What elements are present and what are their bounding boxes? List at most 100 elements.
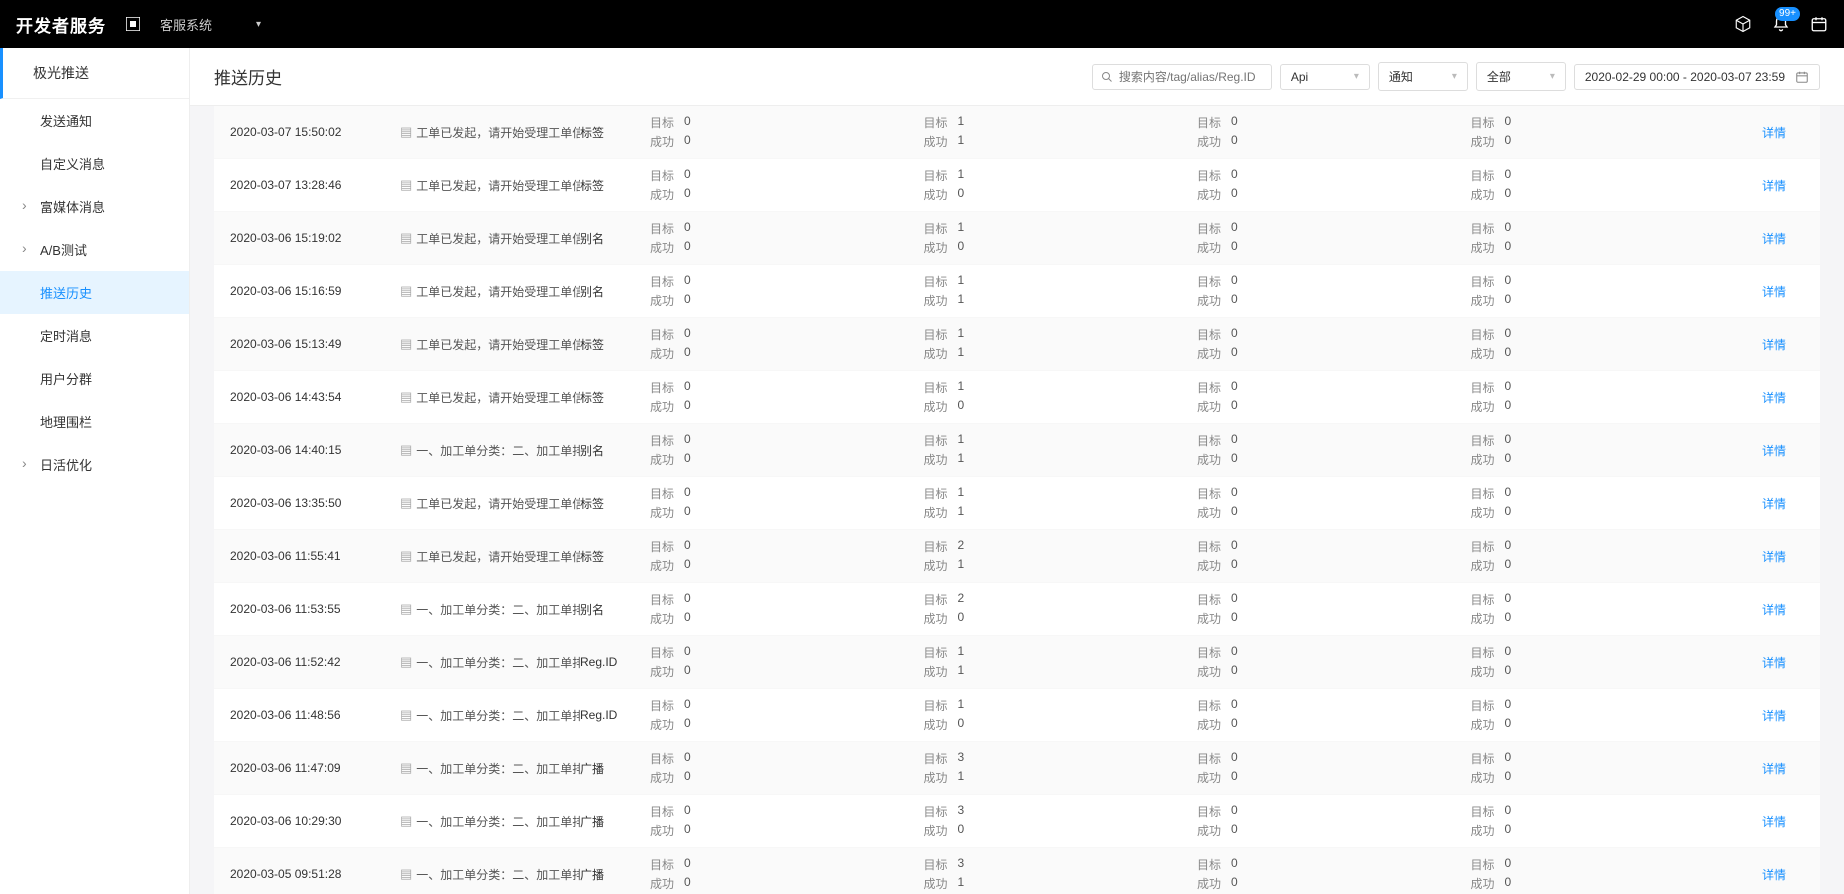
cell-stat-3: 目标0成功0	[1197, 644, 1471, 680]
cell-time: 2020-03-06 15:19:02	[230, 231, 400, 245]
topbar-left: 开发者服务 客服系统 ▾	[16, 12, 261, 37]
document-icon: ▤	[400, 601, 412, 617]
cell-stat-4: 目标0成功0	[1471, 220, 1745, 256]
filters: Api ▾ 通知 ▾ 全部 ▾ 2020-02-29 00:00 - 2020-…	[1092, 62, 1820, 91]
sidebar-item[interactable]: 发送通知	[0, 99, 189, 142]
cell-content: ▤工单已发起，请开始受理工单信...	[400, 495, 580, 512]
cell-content: ▤一、加工单分类：二、加工单排...	[400, 654, 580, 671]
filter-type[interactable]: 通知 ▾	[1378, 62, 1468, 91]
table-row: 2020-03-06 11:52:42▤一、加工单分类：二、加工单排...Reg…	[214, 636, 1820, 689]
table-row: 2020-03-07 15:50:02▤工单已发起，请开始受理工单信...标签目…	[214, 106, 1820, 159]
sidebar-item[interactable]: 自定义消息	[0, 142, 189, 185]
cell-stat-3: 目标0成功0	[1197, 538, 1471, 574]
cell-stat-1: 目标0成功0	[650, 856, 924, 892]
cell-type: 广播	[580, 813, 650, 830]
cell-stat-3: 目标0成功0	[1197, 379, 1471, 415]
cell-action: 详情	[1744, 548, 1804, 565]
cell-stat-2: 目标1成功0	[924, 220, 1198, 256]
sidebar-item[interactable]: A/B测试	[0, 228, 189, 271]
cell-stat-4: 目标0成功0	[1471, 644, 1745, 680]
detail-link[interactable]: 详情	[1762, 603, 1786, 617]
cell-stat-1: 目标0成功0	[650, 167, 924, 203]
brand-title: 开发者服务	[16, 12, 106, 37]
cell-type: 标签	[580, 177, 650, 194]
document-icon: ▤	[400, 866, 412, 882]
detail-link[interactable]: 详情	[1762, 391, 1786, 405]
sidebar-item[interactable]: 定时消息	[0, 314, 189, 357]
sidebar-item[interactable]: 地理围栏	[0, 400, 189, 443]
cell-stat-4: 目标0成功0	[1471, 803, 1745, 839]
table-row: 2020-03-06 11:53:55▤一、加工单分类：二、加工单排...别名目…	[214, 583, 1820, 636]
caret-down-icon: ▾	[256, 19, 261, 30]
sidebar-item[interactable]: 推送历史	[0, 271, 189, 314]
sidebar-item[interactable]: 富媒体消息	[0, 185, 189, 228]
document-icon: ▤	[400, 654, 412, 670]
cell-type: Reg.ID	[580, 708, 650, 722]
system-dropdown[interactable]: 客服系统 ▾	[160, 15, 261, 34]
cell-stat-4: 目标0成功0	[1471, 326, 1745, 362]
cell-type: 标签	[580, 548, 650, 565]
calendar-icon[interactable]	[1810, 15, 1828, 33]
cell-time: 2020-03-06 15:13:49	[230, 337, 400, 351]
cell-stat-2: 目标1成功1	[924, 273, 1198, 309]
cell-action: 详情	[1744, 707, 1804, 724]
cell-stat-4: 目标0成功0	[1471, 379, 1745, 415]
document-icon: ▤	[400, 389, 412, 405]
cell-time: 2020-03-06 11:53:55	[230, 602, 400, 616]
sidebar-header: 极光推送	[0, 48, 189, 99]
sidebar: 极光推送 发送通知自定义消息富媒体消息A/B测试推送历史定时消息用户分群地理围栏…	[0, 48, 190, 894]
detail-link[interactable]: 详情	[1762, 550, 1786, 564]
cell-action: 详情	[1744, 813, 1804, 830]
cell-time: 2020-03-06 10:29:30	[230, 814, 400, 828]
cell-stat-1: 目标0成功0	[650, 379, 924, 415]
filter-platform[interactable]: 全部 ▾	[1476, 62, 1566, 91]
detail-link[interactable]: 详情	[1762, 497, 1786, 511]
cell-type: 别名	[580, 442, 650, 459]
detail-link[interactable]: 详情	[1762, 126, 1786, 140]
detail-link[interactable]: 详情	[1762, 656, 1786, 670]
grid-icon[interactable]	[124, 15, 142, 33]
sidebar-item[interactable]: 用户分群	[0, 357, 189, 400]
cell-action: 详情	[1744, 654, 1804, 671]
cube-icon[interactable]	[1734, 15, 1752, 33]
table-row: 2020-03-06 15:13:49▤工单已发起，请开始受理工单信...标签目…	[214, 318, 1820, 371]
cell-content: ▤一、加工单分类：二、加工单排...	[400, 760, 580, 777]
cell-stat-1: 目标0成功0	[650, 114, 924, 150]
cell-stat-2: 目标2成功1	[924, 538, 1198, 574]
document-icon: ▤	[400, 707, 412, 723]
cell-action: 详情	[1744, 442, 1804, 459]
filter-api-label: Api	[1291, 70, 1308, 84]
detail-link[interactable]: 详情	[1762, 868, 1786, 882]
cell-action: 详情	[1744, 336, 1804, 353]
notification-bell[interactable]: 99+	[1772, 15, 1790, 33]
detail-link[interactable]: 详情	[1762, 762, 1786, 776]
cell-stat-3: 目标0成功0	[1197, 220, 1471, 256]
table-wrap[interactable]: 2020-03-07 15:50:02▤工单已发起，请开始受理工单信...标签目…	[190, 106, 1844, 894]
cell-type: Reg.ID	[580, 655, 650, 669]
detail-link[interactable]: 详情	[1762, 285, 1786, 299]
filter-api[interactable]: Api ▾	[1280, 64, 1370, 90]
cell-stat-4: 目标0成功0	[1471, 432, 1745, 468]
cell-content: ▤工单已发起，请开始受理工单信...	[400, 389, 580, 406]
detail-link[interactable]: 详情	[1762, 179, 1786, 193]
cell-stat-4: 目标0成功0	[1471, 750, 1745, 786]
detail-link[interactable]: 详情	[1762, 709, 1786, 723]
cell-time: 2020-03-06 15:16:59	[230, 284, 400, 298]
detail-link[interactable]: 详情	[1762, 232, 1786, 246]
cell-content: ▤一、加工单分类：二、加工单排...	[400, 601, 580, 618]
cell-stat-1: 目标0成功0	[650, 538, 924, 574]
detail-link[interactable]: 详情	[1762, 815, 1786, 829]
cell-content: ▤一、加工单分类：二、加工单排...	[400, 866, 580, 883]
detail-link[interactable]: 详情	[1762, 338, 1786, 352]
date-range-picker[interactable]: 2020-02-29 00:00 - 2020-03-07 23:59	[1574, 64, 1820, 90]
search-input[interactable]	[1119, 70, 1274, 84]
chevron-down-icon: ▾	[1354, 71, 1359, 82]
table-row: 2020-03-06 15:16:59▤工单已发起，请开始受理工单信...别名目…	[214, 265, 1820, 318]
cell-stat-4: 目标0成功0	[1471, 114, 1745, 150]
cell-stat-2: 目标1成功0	[924, 379, 1198, 415]
cell-stat-3: 目标0成功0	[1197, 697, 1471, 733]
search-box[interactable]	[1092, 64, 1272, 90]
detail-link[interactable]: 详情	[1762, 444, 1786, 458]
sidebar-item[interactable]: 日活优化	[0, 443, 189, 486]
page-header: 推送历史 Api ▾ 通知 ▾ 全部 ▾	[190, 48, 1844, 106]
